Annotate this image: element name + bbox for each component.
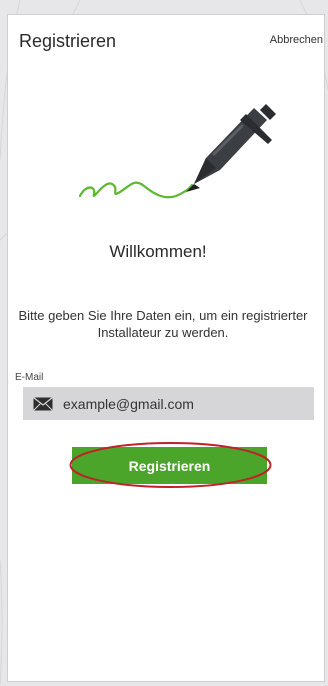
- registration-description: Bitte geben Sie Ihre Daten ein, um ein r…: [18, 308, 308, 340]
- page-title: Registrieren: [19, 31, 117, 51]
- cancel-button[interactable]: Abbrechen: [270, 34, 323, 46]
- email-label: E-Mail: [15, 372, 44, 383]
- mail-icon: [33, 396, 53, 411]
- email-value: example@gmail.com: [63, 395, 194, 412]
- register-button[interactable]: Registrieren: [72, 447, 267, 484]
- email-field[interactable]: example@gmail.com: [23, 387, 314, 420]
- welcome-heading: Willkommen!: [109, 242, 207, 261]
- pen-signature-icon: [78, 104, 276, 199]
